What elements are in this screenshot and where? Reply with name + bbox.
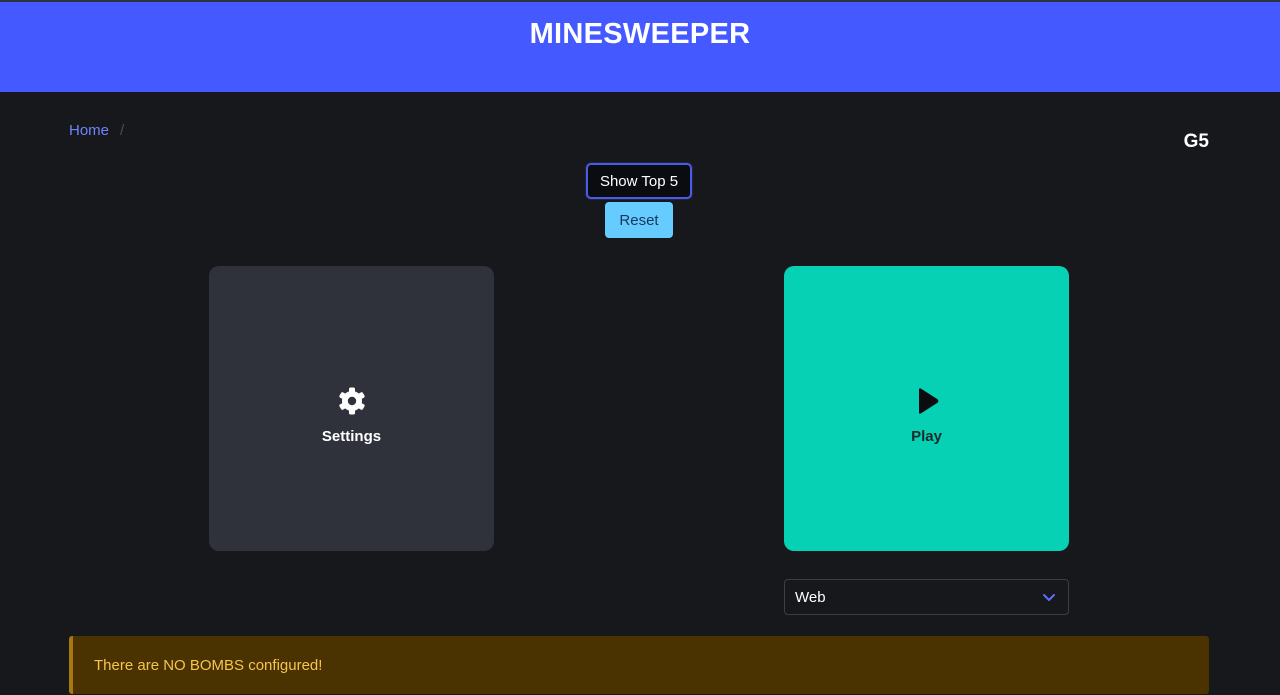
app-title: MINESWEEPER [529, 18, 751, 50]
breadcrumb-separator: / [120, 122, 125, 139]
breadcrumb-home-link[interactable]: Home [69, 122, 109, 139]
chevron-down-icon [1042, 590, 1056, 604]
warning-message: There are NO BOMBS configured! [94, 656, 323, 674]
play-label: Play [911, 428, 942, 445]
show-top-5-button[interactable]: Show Top 5 [586, 163, 692, 199]
play-icon [912, 386, 942, 416]
breadcrumb: Home / [69, 122, 124, 139]
no-bombs-warning: There are NO BOMBS configured! [69, 636, 1209, 694]
reset-button[interactable]: Reset [605, 202, 673, 238]
user-tag: G5 [1183, 131, 1209, 152]
play-tile[interactable]: Play [784, 266, 1069, 551]
gear-icon [337, 386, 367, 416]
mode-select[interactable]: Web [784, 579, 1069, 615]
settings-tile[interactable]: Settings [209, 266, 494, 551]
mode-select-value: Web [795, 588, 826, 606]
settings-label: Settings [321, 428, 382, 445]
app-header: MINESWEEPER [0, 0, 1280, 92]
